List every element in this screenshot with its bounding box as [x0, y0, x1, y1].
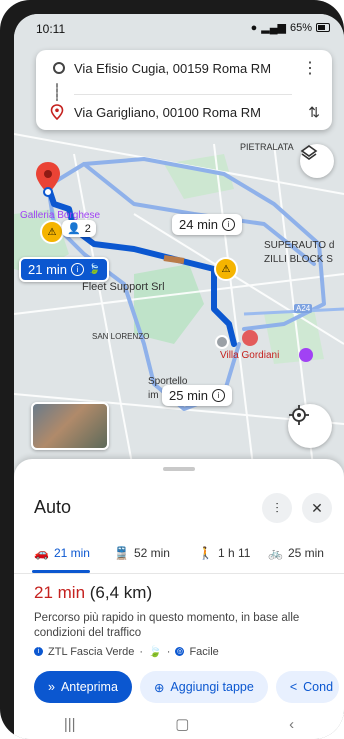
tab-transit[interactable]: 🚆 52 min — [114, 541, 170, 565]
share-icon: < — [289, 680, 298, 694]
easy-chip: Facile — [189, 645, 219, 658]
map-label-villa: Villa Gordiani — [220, 350, 280, 361]
double-chevron-icon: » — [48, 680, 55, 694]
info-dot-icon: i — [34, 647, 43, 656]
more-options-icon[interactable]: ⋮ — [302, 58, 318, 78]
directions-sheet: Auto ⫶ ✕ 🚗 21 min 🚆 52 min 🚶 1 h 11 🚲 25… — [14, 459, 344, 739]
swap-icon[interactable]: ⇅ — [308, 104, 320, 121]
share-button[interactable]: < Cond — [275, 671, 340, 703]
eco-leaf-icon: 🍃 — [148, 646, 162, 658]
phone-frame: PIETRALATA Galleria Borghese SUPERAUTO d… — [0, 0, 344, 739]
person-icon: 👤 — [67, 223, 81, 235]
map-label-pietralata: PIETRALATA — [240, 142, 294, 152]
signal-icon: ▂▄▆ — [261, 22, 286, 34]
map-label-fleet: Fleet Support Srl — [82, 281, 165, 293]
bike-icon: 🚲 — [268, 546, 283, 560]
action-buttons: » Anteprima ⊕ Aggiungi tappe < Cond — [34, 671, 340, 707]
active-tab-indicator — [32, 570, 90, 573]
route-time-alt1[interactable]: 24 min i — [172, 214, 243, 235]
map-label-superauto: SUPERAUTO d — [264, 240, 335, 251]
card-divider — [74, 94, 292, 95]
close-icon: ✕ — [311, 499, 323, 516]
map-label-san-lorenzo: SAN LORENZO — [92, 332, 150, 341]
tune-icon: ⫶ — [275, 499, 279, 516]
easy-icon: ◎ — [175, 647, 185, 656]
route-description: Percorso più rapido in questo momento, i… — [34, 612, 300, 639]
tab-bike[interactable]: 🚲 25 min — [268, 541, 324, 565]
map-label-zilli: ZILLI BLOCK S — [264, 254, 333, 265]
layers-icon — [300, 145, 318, 160]
info-icon: i — [212, 389, 226, 402]
layers-button[interactable] — [300, 144, 334, 178]
origin-dot-icon — [53, 62, 65, 74]
back-icon[interactable]: ‹ — [289, 716, 294, 733]
map-label-a24: A24 — [294, 304, 313, 313]
battery-icon — [316, 23, 330, 32]
eco-leaf-icon: 🍃 — [88, 264, 101, 275]
destination-row[interactable]: Via Garigliano, 00100 Roma RM ⇅ — [36, 97, 332, 127]
route-search-card: Via Efisio Cugia, 00159 Roma RM ⋮ Via Ga… — [36, 50, 332, 130]
options-button[interactable]: ⫶ — [262, 493, 292, 523]
add-location-icon: ⊕ — [153, 680, 165, 695]
chip-separator: · — [139, 645, 144, 658]
route-summary: 21 min (6,4 km) — [34, 583, 152, 603]
crosshair-icon — [289, 405, 309, 425]
car-icon: 🚗 — [34, 546, 49, 560]
sheet-title: Auto — [34, 497, 72, 517]
route-duration: 21 min — [34, 583, 86, 602]
ztl-chip: ZTL Fascia Verde — [48, 645, 135, 658]
map-label-sportello-2: im — [148, 390, 159, 401]
preview-button[interactable]: » Anteprima — [34, 671, 132, 703]
battery-percent: 65% — [289, 21, 312, 34]
info-icon: i — [222, 218, 236, 231]
info-icon: i — [71, 263, 85, 276]
destination-field[interactable]: Via Garigliano, 00100 Roma RM — [74, 105, 261, 120]
screen: PIETRALATA Galleria Borghese SUPERAUTO d… — [14, 14, 344, 739]
street-view-thumbnail[interactable] — [31, 402, 109, 450]
origin-row[interactable]: Via Efisio Cugia, 00159 Roma RM ⋮ — [36, 53, 332, 83]
status-icons: ● ▂▄▆ 65% — [251, 21, 330, 34]
route-chips: i ZTL Fascia Verde · 🍃 · ◎ Facile — [34, 645, 219, 658]
travel-mode-tabs: 🚗 21 min 🚆 52 min 🚶 1 h 11 🚲 25 min — [14, 533, 344, 574]
route-time-main[interactable]: 21 min i 🍃 — [19, 257, 110, 282]
status-time: 10:11 — [36, 22, 66, 36]
add-stops-button[interactable]: ⊕ Aggiungi tappe — [139, 671, 268, 703]
destination-pin-icon — [50, 104, 64, 120]
status-bar: 10:11 ● ▂▄▆ 65% — [14, 14, 344, 44]
close-button[interactable]: ✕ — [302, 493, 332, 523]
home-icon[interactable]: ▢ — [175, 715, 189, 733]
chip-separator: · — [166, 645, 171, 658]
incident-icon-2[interactable]: ⚠ — [214, 257, 238, 281]
recents-icon[interactable]: ||| — [64, 716, 76, 733]
route-time-alt2[interactable]: 25 min i — [162, 385, 233, 406]
incident-icon[interactable]: ⚠ — [40, 220, 64, 244]
system-nav-bar: ||| ▢ ‹ — [14, 709, 344, 739]
transit-icon: 🚆 — [114, 546, 129, 560]
origin-field[interactable]: Via Efisio Cugia, 00159 Roma RM — [74, 61, 271, 76]
location-icon: ● — [250, 21, 258, 34]
tab-walk[interactable]: 🚶 1 h 11 — [198, 541, 250, 565]
walk-icon: 🚶 — [198, 546, 213, 560]
sheet-handle[interactable] — [163, 467, 195, 471]
route-distance: (6,4 km) — [89, 583, 153, 602]
tab-car[interactable]: 🚗 21 min — [34, 541, 90, 565]
incident-count-badge[interactable]: 👤 2 — [62, 220, 96, 237]
my-location-button[interactable] — [288, 404, 332, 448]
